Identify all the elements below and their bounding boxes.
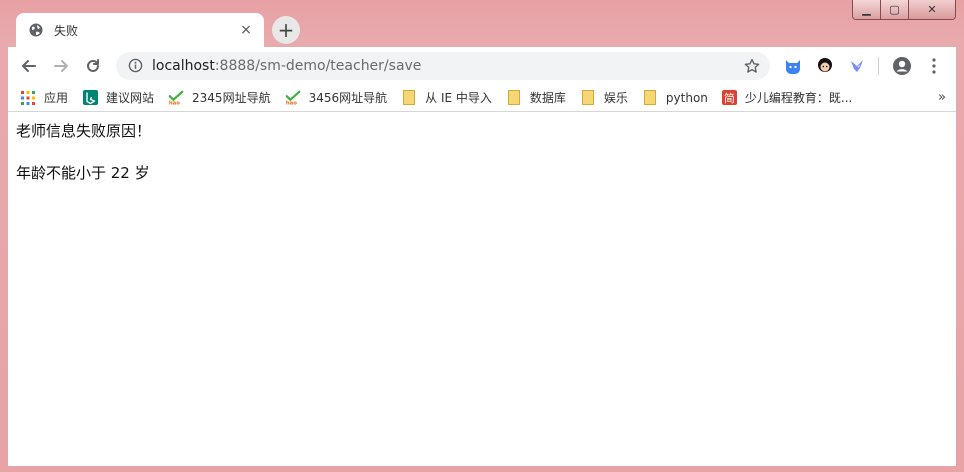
- svg-text:hao: hao: [285, 100, 296, 105]
- url-text[interactable]: localhost:8888/sm-demo/teacher/save: [152, 58, 742, 74]
- menu-icon[interactable]: [919, 51, 949, 81]
- jian-icon: 简: [721, 90, 737, 105]
- extension-avatar-icon[interactable]: [810, 51, 840, 81]
- folder-icon: [506, 90, 522, 106]
- address-bar[interactable]: localhost:8888/sm-demo/teacher/save: [116, 51, 770, 80]
- browser-chrome: 失败 × + localhost:8888/sm-demo/teacher/sa…: [8, 13, 956, 466]
- toolbar: localhost:8888/sm-demo/teacher/save: [8, 47, 956, 84]
- folder-icon: [580, 90, 596, 106]
- bookmark-folder-ie-import[interactable]: 从 IE 中导入: [401, 89, 492, 106]
- bookmark-label: 娱乐: [603, 91, 628, 105]
- forward-icon[interactable]: [46, 51, 76, 81]
- bookmark-label: 数据库: [529, 91, 566, 105]
- tab-close-icon[interactable]: ×: [238, 22, 254, 38]
- url-host: localhost: [152, 57, 215, 74]
- folder-icon: [642, 90, 658, 106]
- tab-active[interactable]: 失败 ×: [16, 13, 264, 47]
- tab-title: 失败: [54, 23, 79, 38]
- hao-icon: hao: [285, 90, 301, 106]
- bookmark-label: 从 IE 中导入: [425, 91, 492, 105]
- bookmark-label: python: [665, 90, 708, 105]
- bing-icon: [82, 90, 98, 106]
- failure-reason: 年龄不能小于 22 岁: [16, 164, 150, 182]
- back-icon[interactable]: [14, 51, 44, 81]
- extension-bird-icon[interactable]: [842, 51, 872, 81]
- bookmark-kids-coding[interactable]: 简 少儿编程教育：既...: [721, 89, 853, 106]
- info-icon[interactable]: [126, 57, 144, 75]
- hao-icon: hao: [168, 90, 184, 106]
- bookmark-folder-python[interactable]: python: [642, 90, 708, 106]
- folder-icon: [401, 90, 417, 106]
- bookmarks-bar: 应用 建议网站 hao 2345网址导航 hao 3456网址导航 从 IE 中…: [8, 84, 956, 112]
- bookmark-label: 少儿编程教育：既...: [744, 91, 853, 105]
- bookmark-2345[interactable]: hao 2345网址导航: [168, 89, 271, 106]
- bookmarks-overflow-button[interactable]: »: [938, 90, 946, 105]
- bookmark-label: 3456网址导航: [308, 91, 388, 105]
- extension-cat-icon[interactable]: [778, 51, 808, 81]
- reload-icon[interactable]: [78, 51, 108, 81]
- url-path: :8888/sm-demo/teacher/save: [214, 57, 422, 74]
- bookmark-folder-database[interactable]: 数据库: [506, 89, 566, 106]
- bookmark-label: 2345网址导航: [192, 91, 271, 105]
- bookmark-suggested-sites[interactable]: 建议网站: [82, 89, 154, 106]
- account-icon[interactable]: [887, 51, 917, 81]
- bookmark-apps[interactable]: 应用: [20, 89, 68, 106]
- toolbar-separator: [878, 56, 879, 75]
- tab-strip: 失败 × +: [8, 13, 956, 47]
- page-content: 老师信息失败原因！ 年龄不能小于 22 岁: [8, 112, 956, 466]
- star-icon[interactable]: [742, 56, 762, 76]
- apps-grid-icon: [20, 90, 36, 106]
- new-tab-button[interactable]: +: [272, 16, 300, 44]
- svg-text:hao: hao: [169, 100, 180, 105]
- bookmark-label: 建议网站: [106, 91, 155, 105]
- bookmark-folder-entertainment[interactable]: 娱乐: [580, 89, 628, 106]
- globe-icon: [28, 22, 44, 38]
- bookmark-3456[interactable]: hao 3456网址导航: [285, 89, 388, 106]
- bookmark-label: 应用: [44, 91, 69, 105]
- browser-window: ▁ ▢ ✕ 失败 × + localhost:8888/sm-demo/teac…: [0, 0, 964, 472]
- failure-heading: 老师信息失败原因！: [16, 122, 152, 140]
